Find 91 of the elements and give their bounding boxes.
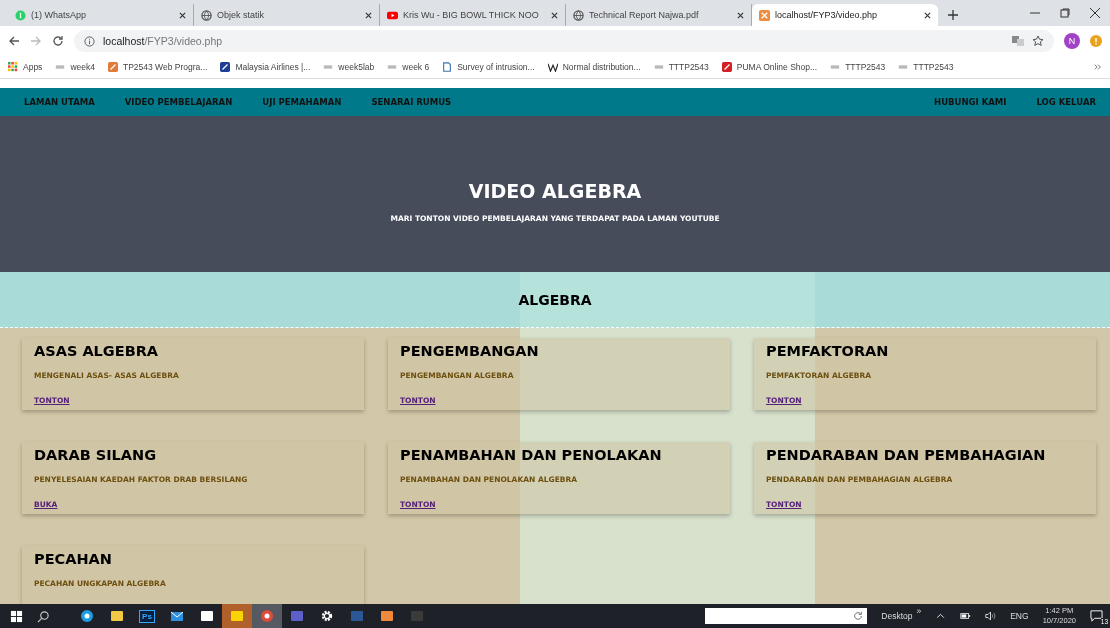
folder-icon bbox=[898, 62, 909, 72]
site-logo-icon bbox=[107, 62, 118, 72]
app-logo-icon bbox=[759, 9, 770, 21]
taskbar-app[interactable] bbox=[252, 604, 282, 628]
tab-title: localhost/FYP3/video.php bbox=[775, 10, 879, 20]
close-icon[interactable] bbox=[179, 11, 186, 19]
folder-icon bbox=[653, 62, 664, 72]
message-icon bbox=[1090, 609, 1103, 622]
tab-title: Technical Report Najwa.pdf bbox=[589, 10, 700, 20]
folder-icon bbox=[830, 62, 841, 72]
close-icon[interactable] bbox=[924, 11, 931, 19]
card-title: DARAB SILANG bbox=[34, 447, 158, 463]
browser-logo-icon bbox=[260, 609, 274, 623]
card-title: ASAS ALGEBRA bbox=[34, 343, 160, 359]
toolbar-label[interactable]: Desktop bbox=[881, 611, 913, 621]
reload-icon[interactable] bbox=[52, 35, 64, 47]
back-icon[interactable] bbox=[8, 35, 20, 47]
site-logo-icon bbox=[721, 62, 732, 72]
language-indicator[interactable]: ENG bbox=[1010, 611, 1029, 621]
translate-icon[interactable] bbox=[1012, 35, 1024, 47]
page-title: VIDEO ALGEBRA bbox=[468, 179, 642, 202]
browser-logo-icon bbox=[80, 609, 94, 623]
close-icon[interactable] bbox=[551, 11, 558, 19]
nav-link[interactable]: LAMAN UTAMA bbox=[24, 97, 95, 107]
app-icon bbox=[110, 609, 124, 623]
gear-icon bbox=[320, 609, 334, 623]
close-icon[interactable] bbox=[737, 11, 744, 19]
bookmark[interactable]: TTTP2543 bbox=[653, 62, 709, 72]
toolbar-overflow[interactable]: » bbox=[916, 606, 922, 616]
bookmark[interactable]: Normal distribution... bbox=[547, 62, 641, 72]
app-icon bbox=[230, 609, 244, 623]
card-title: PENAMBAHAN DAN PENOLAKAN bbox=[400, 447, 663, 463]
card-title: PECAHAN bbox=[34, 551, 113, 567]
nav-link[interactable]: VIDEO PEMBELAJARAN bbox=[124, 97, 233, 107]
app-icon bbox=[350, 609, 364, 623]
envelope-icon bbox=[170, 609, 184, 623]
close-icon[interactable] bbox=[365, 11, 372, 19]
url-text: localhost/FYP3/video.php bbox=[103, 35, 223, 47]
globe-icon bbox=[201, 9, 212, 21]
tab-title: (1) WhatsApp bbox=[31, 10, 88, 20]
restore-icon[interactable] bbox=[1060, 8, 1070, 18]
section-title: ALGEBRA bbox=[518, 291, 592, 308]
app-icon bbox=[410, 609, 424, 623]
play-icon bbox=[387, 9, 398, 21]
app-icon bbox=[380, 609, 394, 623]
windows-start-icon[interactable] bbox=[10, 609, 23, 623]
nav-link[interactable]: SENARAI RUMUS bbox=[371, 97, 452, 107]
new-tab-icon[interactable] bbox=[948, 10, 958, 20]
bookmark[interactable]: TTTP2543 bbox=[898, 62, 954, 72]
bookmark[interactable]: week 6 bbox=[387, 62, 430, 72]
bookmark[interactable]: Apps bbox=[8, 62, 43, 72]
bookmark[interactable]: Survey of intrusion... bbox=[442, 62, 535, 72]
chat-icon bbox=[15, 9, 26, 21]
card-title: PENDARABAN DAN PEMBAHAGIAN bbox=[766, 447, 1047, 463]
bookmark[interactable]: TTTP2543 bbox=[830, 62, 886, 72]
folder-icon bbox=[323, 62, 334, 72]
card-title: PENGEMBANGAN bbox=[400, 343, 540, 359]
site-logo-icon bbox=[220, 62, 231, 72]
app-icon bbox=[200, 609, 214, 623]
profile-avatar[interactable]: N bbox=[1064, 33, 1080, 49]
chevron-up-icon[interactable] bbox=[935, 611, 947, 621]
bookmark[interactable]: week5lab bbox=[323, 62, 375, 72]
grid-icon bbox=[8, 62, 18, 72]
info-icon[interactable] bbox=[84, 35, 95, 47]
app-icon bbox=[290, 609, 304, 623]
w-logo-icon bbox=[547, 62, 558, 72]
nav-link[interactable]: UJI PEMAHAMAN bbox=[262, 97, 342, 107]
bookmark[interactable]: week4 bbox=[55, 62, 95, 72]
tab-title: Objek statik bbox=[217, 10, 266, 20]
nav-link[interactable]: LOG KELUAR bbox=[1036, 97, 1096, 107]
document-icon bbox=[442, 62, 453, 72]
battery-icon[interactable] bbox=[960, 611, 972, 621]
speaker-icon[interactable] bbox=[985, 611, 997, 621]
bookmark[interactable]: Malaysia Airlines |... bbox=[220, 62, 311, 72]
bookmark[interactable]: PUMA Online Shop... bbox=[721, 62, 818, 72]
star-icon[interactable] bbox=[1032, 35, 1044, 47]
globe-icon bbox=[573, 9, 584, 21]
close-icon[interactable] bbox=[1090, 8, 1100, 18]
folder-icon bbox=[55, 62, 66, 72]
address-input-field[interactable] bbox=[705, 608, 868, 624]
search-icon[interactable] bbox=[37, 609, 50, 623]
card-title: PEMFAKTORAN bbox=[766, 343, 890, 359]
address-bar[interactable]: localhost/FYP3/video.php bbox=[74, 30, 1054, 52]
folder-icon bbox=[387, 62, 398, 72]
refresh-icon[interactable] bbox=[853, 611, 864, 621]
tab-title: Kris Wu - BIG BOWL THICK NOO bbox=[403, 10, 540, 20]
taskbar-app[interactable]: Ps bbox=[132, 604, 162, 628]
nav-link[interactable]: HUBUNGI KAMI bbox=[934, 97, 1007, 107]
browser-tab[interactable]: localhost/FYP3/video.php bbox=[752, 4, 938, 26]
bookmark[interactable]: TP2543 Web Progra... bbox=[107, 62, 208, 72]
more-bookmarks-icon[interactable] bbox=[1094, 63, 1102, 71]
